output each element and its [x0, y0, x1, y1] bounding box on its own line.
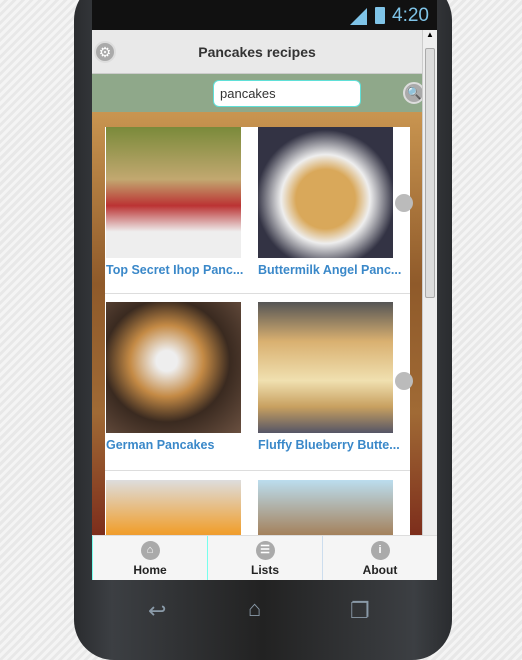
- home-icon: ⌂: [140, 541, 160, 560]
- nav-label: Home: [133, 563, 167, 577]
- signal-icon: [350, 8, 367, 25]
- clock: 4:20: [392, 5, 429, 26]
- battery-icon: [375, 7, 385, 24]
- scrollbar-thumb[interactable]: [425, 48, 435, 298]
- status-bar: 4:20: [92, 0, 437, 30]
- recipe-card[interactable]: German Pancakes: [106, 302, 246, 452]
- page-title: Pancakes recipes: [198, 44, 316, 60]
- recipe-title[interactable]: German Pancakes: [106, 438, 258, 452]
- recipe-card[interactable]: Buttermilk Angel Panc...: [258, 127, 401, 277]
- recipe-image[interactable]: [106, 302, 241, 433]
- nav-about[interactable]: i About: [322, 536, 437, 580]
- nav-label: Lists: [250, 563, 279, 577]
- recipe-image[interactable]: [258, 302, 393, 433]
- recipe-title[interactable]: Fluffy Blueberry Butte...: [258, 438, 410, 452]
- home-button-icon[interactable]: ⌂: [248, 596, 261, 622]
- nav-home[interactable]: ⌂ Home: [92, 536, 207, 580]
- recipe-image[interactable]: [258, 127, 393, 258]
- info-icon: i: [370, 541, 390, 560]
- recipe-title[interactable]: Top Secret Ihop Panc...: [106, 263, 258, 277]
- search-bar: 🔍: [92, 74, 425, 112]
- back-icon[interactable]: ↩: [148, 598, 166, 624]
- recipe-card[interactable]: Fluffy Blueberry Butte...: [258, 302, 400, 452]
- recent-apps-icon[interactable]: ❐: [350, 598, 370, 624]
- nav-lists[interactable]: ☰ Lists: [207, 536, 322, 580]
- scroll-arrow-button[interactable]: [395, 372, 413, 390]
- app-screen: ⚙ Pancakes recipes 🔍 Top Secret Ihop Pan…: [92, 30, 437, 580]
- header: ⚙ Pancakes recipes: [92, 30, 422, 74]
- recipe-title[interactable]: Buttermilk Angel Panc...: [258, 263, 410, 277]
- scrollbar[interactable]: ▲: [422, 30, 437, 535]
- list-icon: ☰: [255, 541, 275, 560]
- bottom-nav: ⌂ Home ☰ Lists i About: [92, 535, 437, 580]
- recipe-image[interactable]: [106, 127, 241, 258]
- recipe-list: Top Secret Ihop Panc... Buttermilk Angel…: [105, 127, 413, 580]
- nav-label: About: [362, 563, 398, 577]
- scroll-arrow-button[interactable]: [395, 194, 413, 212]
- divider: [105, 470, 410, 471]
- search-input[interactable]: [213, 80, 361, 107]
- divider: [105, 293, 410, 294]
- recipe-card[interactable]: Top Secret Ihop Panc...: [106, 127, 246, 277]
